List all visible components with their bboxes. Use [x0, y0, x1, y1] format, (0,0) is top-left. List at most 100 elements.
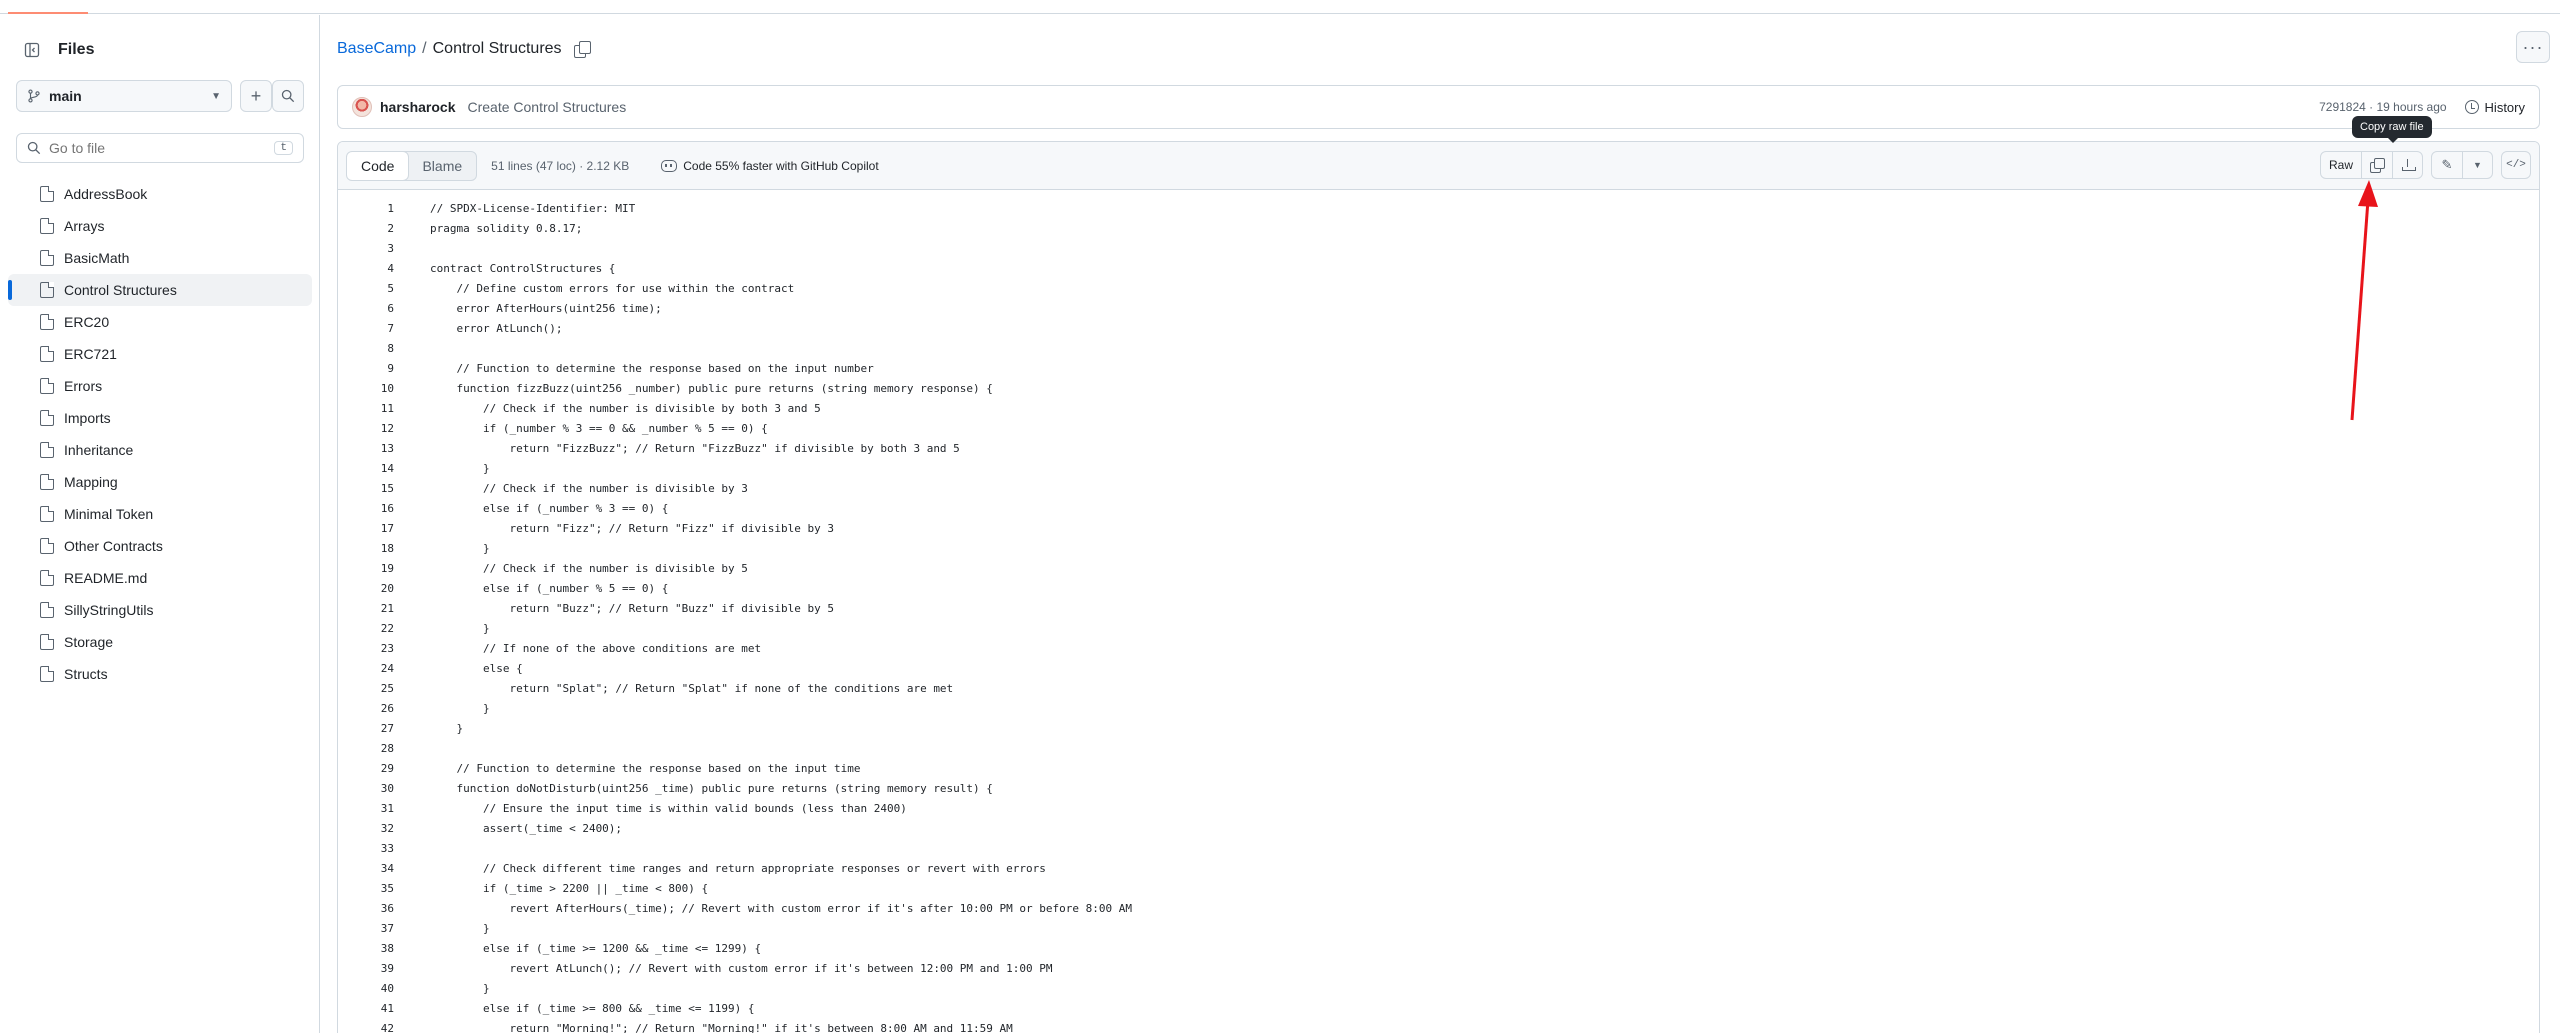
edit-file-button[interactable]: ✎: [2432, 152, 2462, 178]
line-number[interactable]: 37: [338, 922, 394, 935]
line-number[interactable]: 9: [338, 362, 394, 375]
go-to-file-field[interactable]: t: [16, 133, 304, 163]
line-number[interactable]: 30: [338, 782, 394, 795]
line-number[interactable]: 7: [338, 322, 394, 335]
line-number[interactable]: 1: [338, 202, 394, 215]
line-number[interactable]: 39: [338, 962, 394, 975]
line-number[interactable]: 21: [338, 602, 394, 615]
line-number[interactable]: 18: [338, 542, 394, 555]
copilot-promo-link[interactable]: Code 55% faster with GitHub Copilot: [661, 159, 879, 173]
file-tree-item[interactable]: Structs: [8, 658, 312, 690]
line-number[interactable]: 23: [338, 642, 394, 655]
line-number[interactable]: 24: [338, 662, 394, 675]
line-number[interactable]: 22: [338, 622, 394, 635]
line-number[interactable]: 27: [338, 722, 394, 735]
code-line: 41 else if (_time >= 800 && _time <= 119…: [338, 998, 2539, 1018]
line-number[interactable]: 26: [338, 702, 394, 715]
commit-sha-time[interactable]: 7291824 · 19 hours ago: [2319, 100, 2446, 114]
history-button[interactable]: History: [2464, 100, 2525, 115]
code-line: 23 // If none of the above conditions ar…: [338, 638, 2539, 658]
sidebar-collapse-button[interactable]: [18, 36, 46, 64]
copy-raw-file-button[interactable]: [2361, 152, 2392, 178]
file-tree-item[interactable]: BasicMath: [8, 242, 312, 274]
line-number[interactable]: 5: [338, 282, 394, 295]
code-tab[interactable]: Code: [347, 151, 410, 180]
symbols-panel-button[interactable]: </>: [2501, 151, 2531, 179]
line-number[interactable]: 10: [338, 382, 394, 395]
file-icon: [40, 666, 54, 682]
code-line: 22 }: [338, 618, 2539, 638]
code-line-content: // Check if the number is divisible by 3: [430, 481, 748, 495]
line-number[interactable]: 25: [338, 682, 394, 695]
file-tree-item[interactable]: Mapping: [8, 466, 312, 498]
line-number[interactable]: 38: [338, 942, 394, 955]
latest-commit-bar: harsharock Create Control Structures 729…: [337, 85, 2540, 129]
line-number[interactable]: 35: [338, 882, 394, 895]
file-tree-item[interactable]: Minimal Token: [8, 498, 312, 530]
commit-author-link[interactable]: harsharock: [380, 99, 455, 115]
code-view[interactable]: 1 // SPDX-License-Identifier: MIT 2 pragma …: [338, 198, 2539, 1033]
copy-path-icon[interactable]: [573, 41, 591, 58]
line-number[interactable]: 16: [338, 502, 394, 515]
file-tree-item-label: Control Structures: [64, 282, 177, 298]
line-number[interactable]: 12: [338, 422, 394, 435]
file-tree-item[interactable]: Control Structures: [8, 274, 312, 306]
raw-button[interactable]: Raw: [2321, 152, 2361, 178]
file-tree-item[interactable]: ERC20: [8, 306, 312, 338]
code-line-content: else if (_number % 5 == 0) {: [430, 581, 669, 595]
line-number[interactable]: 40: [338, 982, 394, 995]
line-number[interactable]: 32: [338, 822, 394, 835]
line-number[interactable]: 28: [338, 742, 394, 755]
branch-selector[interactable]: main ▼: [16, 80, 232, 112]
line-number[interactable]: 36: [338, 902, 394, 915]
more-options-button[interactable]: ···: [2516, 31, 2550, 63]
line-number[interactable]: 2: [338, 222, 394, 235]
file-tree-item[interactable]: Imports: [8, 402, 312, 434]
edit-actions-group: ✎ ▼: [2431, 151, 2493, 179]
breadcrumb: BaseCamp / Control Structures: [337, 35, 591, 63]
line-number[interactable]: 34: [338, 862, 394, 875]
code-square-icon: </>: [2506, 159, 2526, 171]
download-raw-file-button[interactable]: [2392, 152, 2422, 178]
line-number[interactable]: 42: [338, 1022, 394, 1033]
edit-dropdown-button[interactable]: ▼: [2462, 152, 2492, 178]
line-number[interactable]: 4: [338, 262, 394, 275]
commit-message-link[interactable]: Create Control Structures: [467, 99, 626, 115]
file-tree-item[interactable]: Storage: [8, 626, 312, 658]
file-tree-item[interactable]: SillyStringUtils: [8, 594, 312, 626]
file-view: BaseCamp / Control Structures ··· harsha…: [321, 15, 2560, 1033]
go-to-file-input[interactable]: [49, 140, 275, 156]
file-icon: [40, 442, 54, 458]
file-tree-item-label: Arrays: [64, 218, 105, 234]
file-tree-item[interactable]: README.md: [8, 562, 312, 594]
line-number[interactable]: 15: [338, 482, 394, 495]
code-line-content: assert(_time < 2400);: [430, 821, 623, 835]
line-number[interactable]: 3: [338, 242, 394, 255]
file-tree-item-label: SillyStringUtils: [64, 602, 154, 618]
line-number[interactable]: 11: [338, 402, 394, 415]
line-number[interactable]: 14: [338, 462, 394, 475]
line-number[interactable]: 33: [338, 842, 394, 855]
line-number[interactable]: 29: [338, 762, 394, 775]
line-number[interactable]: 17: [338, 522, 394, 535]
file-tree-item[interactable]: ERC721: [8, 338, 312, 370]
blame-tab[interactable]: Blame: [408, 152, 476, 180]
line-number[interactable]: 8: [338, 342, 394, 355]
line-number[interactable]: 6: [338, 302, 394, 315]
file-tree-item[interactable]: Other Contracts: [8, 530, 312, 562]
add-file-button[interactable]: +: [240, 80, 272, 112]
file-tree-item[interactable]: Errors: [8, 370, 312, 402]
line-number[interactable]: 19: [338, 562, 394, 575]
code-line-content: revert AtLunch(); // Revert with custom …: [430, 961, 1053, 975]
file-tree-item[interactable]: Arrays: [8, 210, 312, 242]
breadcrumb-repo-link[interactable]: BaseCamp: [337, 40, 416, 58]
file-tree-item[interactable]: AddressBook: [8, 178, 312, 210]
line-number[interactable]: 20: [338, 582, 394, 595]
file-icon: [40, 282, 54, 298]
line-number[interactable]: 31: [338, 802, 394, 815]
file-tree-item[interactable]: Inheritance: [8, 434, 312, 466]
avatar[interactable]: [352, 97, 372, 117]
line-number[interactable]: 41: [338, 1002, 394, 1015]
search-files-button[interactable]: [272, 80, 304, 112]
line-number[interactable]: 13: [338, 442, 394, 455]
